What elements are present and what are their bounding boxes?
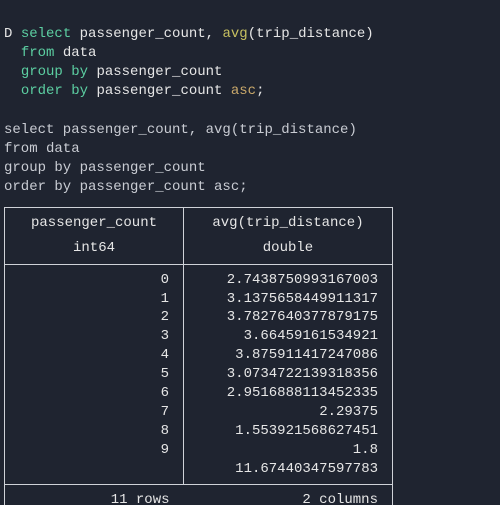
sql-echo-block: select passenger_count, avg(trip_distanc… — [4, 102, 492, 196]
cell-c2: 2.9516888113452335 — [184, 384, 392, 403]
cell-c1: 7 — [5, 403, 183, 422]
cell-c2: 3.7827640377879175 — [184, 308, 392, 327]
result-table: passenger_count avg(trip_distance) int64… — [4, 207, 393, 505]
cell-c2: 1.553921568627451 — [184, 422, 392, 441]
cell-c1: 9 — [5, 441, 183, 460]
col-type-1: int64 — [5, 233, 183, 264]
cell-c2: 3.1375658449911317 — [184, 290, 392, 309]
from-table: data — [63, 45, 97, 61]
cell-c2: 2.29375 — [184, 403, 392, 422]
select-cols: passenger_count, — [80, 26, 214, 42]
cell-c1: 3 — [5, 327, 183, 346]
cell-c1 — [5, 469, 183, 475]
cell-c2: 3.66459161534921 — [184, 327, 392, 346]
echo-line-3: group by passenger_count — [4, 160, 206, 176]
fn-avg: avg — [222, 26, 247, 42]
cell-c1: 6 — [5, 384, 183, 403]
col-header-2: avg(trip_distance) — [184, 208, 392, 233]
kw-group-by: group by — [21, 64, 88, 80]
col-type-2: double — [184, 233, 392, 264]
prompt-char: D — [4, 26, 12, 42]
result-body: 02.7438750993167003 13.1375658449911317 … — [5, 264, 393, 485]
cell-c2: 3.875911417247086 — [184, 346, 392, 365]
kw-from: from — [21, 45, 55, 61]
echo-line-2: from data — [4, 141, 80, 157]
cell-c1: 2 — [5, 308, 183, 327]
cell-c2: 11.67440347597783 — [184, 460, 392, 485]
terminal-output: D select passenger_count, avg(trip_dista… — [0, 0, 500, 505]
sql-input-block: D select passenger_count, avg(trip_dista… — [4, 6, 492, 100]
cell-c1: 0 — [5, 265, 183, 290]
col-header-1: passenger_count — [5, 208, 183, 233]
cell-c1: 1 — [5, 290, 183, 309]
footer-colcount: 2 columns — [184, 485, 393, 505]
fn-arg: (trip_distance) — [248, 26, 374, 42]
result-table-wrap: passenger_count avg(trip_distance) int64… — [4, 207, 492, 505]
cell-c2: 1.8 — [184, 441, 392, 460]
kw-asc: asc — [231, 83, 256, 99]
cell-c2: 2.7438750993167003 — [184, 265, 392, 290]
group-col: passenger_count — [96, 64, 222, 80]
semi: ; — [256, 83, 264, 99]
cell-c1: 4 — [5, 346, 183, 365]
cell-c2: 3.0734722139318356 — [184, 365, 392, 384]
cell-c1: 8 — [5, 422, 183, 441]
cell-c1: 5 — [5, 365, 183, 384]
echo-line-1: select passenger_count, avg(trip_distanc… — [4, 122, 357, 138]
footer-rowcount: 11 rows — [5, 485, 184, 505]
order-col: passenger_count — [96, 83, 222, 99]
echo-line-4: order by passenger_count asc; — [4, 179, 248, 195]
kw-select: select — [21, 26, 71, 42]
kw-order-by: order by — [21, 83, 88, 99]
